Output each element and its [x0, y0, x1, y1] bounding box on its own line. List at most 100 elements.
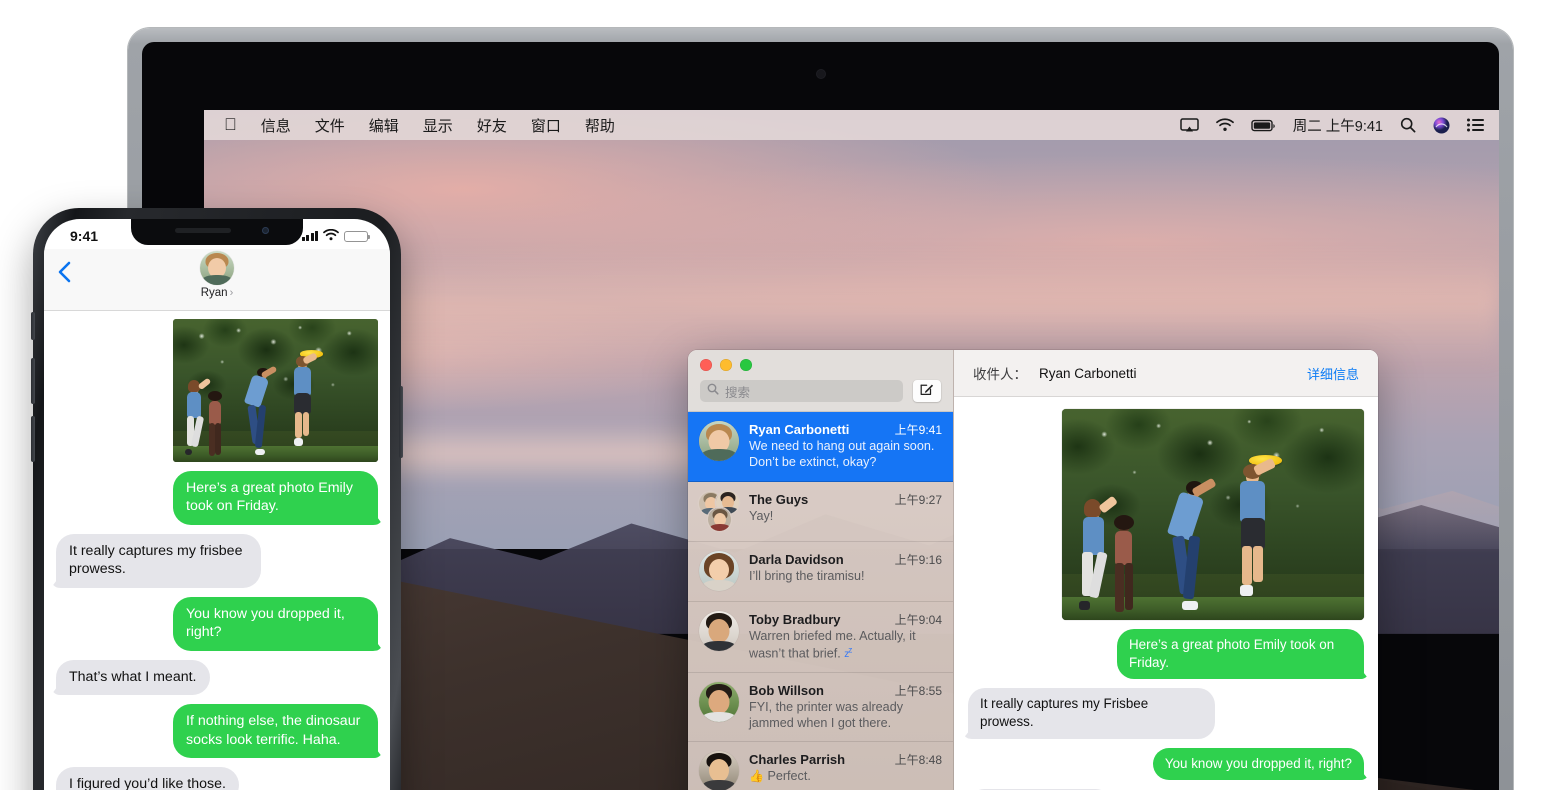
- message-row: Here’s a great photo Emily took on Frida…: [56, 471, 378, 525]
- conversation-header: 收件人： Ryan Carbonetti 详细信息: [954, 350, 1378, 397]
- menu-item-window[interactable]: 窗口: [531, 115, 561, 136]
- contact-name-row: Ryan ›: [201, 287, 234, 299]
- message-bubble-incoming[interactable]: That’s what I meant.: [56, 659, 210, 696]
- conversation-preview: I’ll bring the tiramisu!: [749, 568, 865, 583]
- conversation-name: The Guys: [749, 491, 809, 507]
- message-bubble-incoming[interactable]: It really captures my Frisbee prowess.: [968, 688, 1215, 739]
- iphone-notch: [131, 219, 303, 245]
- conversation-time: 上午9:04: [894, 612, 942, 627]
- window-title-bar[interactable]: 搜索: [688, 350, 953, 412]
- message-row: If nothing else, the dinosaur socks look…: [56, 704, 378, 759]
- message-bubble-outgoing[interactable]: Here’s a great photo Emily took on Frida…: [1117, 629, 1364, 680]
- menu-item-file[interactable]: 文件: [315, 115, 345, 136]
- iphone-volume-down-button[interactable]: [31, 416, 35, 462]
- menu-bar-clock[interactable]: 周二 上午9:41: [1293, 115, 1383, 136]
- apple-logo-icon[interactable]: : [224, 116, 237, 133]
- search-icon: [707, 382, 719, 400]
- list-item[interactable]: Toby Bradbury 上午9:04 Warren briefed me. …: [688, 602, 953, 673]
- minimize-button[interactable]: [720, 359, 732, 371]
- conversation-name: Darla Davidson: [749, 551, 844, 567]
- iphone-message-list: Here’s a great photo Emily took on Frida…: [44, 311, 390, 790]
- avatar: [699, 681, 739, 722]
- compose-message-button[interactable]: [913, 380, 941, 402]
- frisbee-photo[interactable]: [1062, 409, 1364, 620]
- message-bubble-outgoing[interactable]: You know you dropped it, right?: [173, 596, 378, 651]
- message-row: I figured you’d like those.: [56, 767, 378, 790]
- conversation-preview: Yay!: [749, 508, 774, 523]
- wifi-icon[interactable]: [1215, 118, 1234, 132]
- cellular-signal-icon: [301, 231, 318, 241]
- conversation-time: 上午8:48: [894, 753, 942, 768]
- menu-item-buddies[interactable]: 好友: [477, 115, 507, 136]
- message-row: [968, 409, 1364, 620]
- close-button[interactable]: [700, 359, 712, 371]
- iphone-screen: 9:41 Ryan › Here’s a great photo Emily t…: [44, 219, 390, 790]
- list-item[interactable]: The Guys 上午9:27 Yay!: [688, 482, 953, 542]
- avatar[interactable]: [200, 251, 234, 285]
- message-bubble-list: Here’s a great photo Emily took on Frida…: [954, 397, 1378, 790]
- conversation-name: Charles Parrish: [749, 752, 846, 768]
- frisbee-photo[interactable]: [173, 319, 378, 462]
- conversation-list[interactable]: Ryan Carbonetti 上午9:41 We need to hang o…: [688, 412, 953, 790]
- search-input[interactable]: 搜索: [700, 380, 903, 402]
- message-row: That’s what I meant.: [56, 659, 378, 696]
- message-row: It really captures my Frisbee prowess.: [968, 688, 1364, 739]
- conversation-time: 上午9:16: [894, 552, 942, 567]
- conversation-preview: 👍 Perfect.: [749, 769, 811, 784]
- message-row: You know you dropped it, right?: [56, 596, 378, 651]
- message-transcript: 收件人： Ryan Carbonetti 详细信息 Here’s a great…: [954, 350, 1378, 790]
- earpiece-speaker-icon: [175, 228, 231, 233]
- list-item[interactable]: Ryan Carbonetti 上午9:41 We need to hang o…: [688, 412, 953, 482]
- contact-header[interactable]: Ryan ›: [200, 251, 234, 299]
- message-row: It really captures my frisbee prowess.: [56, 533, 378, 588]
- macos-menu-bar[interactable]:  信息 文件 编辑 显示 好友 窗口 帮助: [204, 110, 1499, 140]
- siri-icon[interactable]: [1433, 117, 1450, 134]
- to-label: 收件人：: [973, 367, 1027, 382]
- iphone-volume-up-button[interactable]: [31, 358, 35, 404]
- menu-item-help[interactable]: 帮助: [585, 115, 615, 136]
- conversation-time: 上午9:27: [894, 492, 942, 507]
- conversation-time: 上午8:55: [894, 683, 942, 698]
- status-bar-time: 9:41: [70, 228, 99, 244]
- avatar: [699, 421, 739, 461]
- iphone-power-button[interactable]: [399, 386, 403, 458]
- avatar: [699, 751, 739, 790]
- message-bubble-outgoing[interactable]: You know you dropped it, right?: [1152, 747, 1364, 781]
- menu-item-view[interactable]: 显示: [423, 115, 453, 136]
- message-bubble-outgoing[interactable]: Here’s a great photo Emily took on Frida…: [173, 471, 378, 525]
- details-button[interactable]: 详细信息: [1307, 364, 1359, 383]
- iphone-mute-switch[interactable]: [31, 312, 35, 340]
- conversation-preview: FYI, the printer was already jammed when…: [749, 699, 903, 730]
- notification-center-icon[interactable]: [1467, 118, 1485, 132]
- spotlight-search-icon[interactable]: [1400, 117, 1416, 133]
- message-row: [56, 319, 378, 462]
- conversation-preview: Warren briefed me. Actually, it wasn’t t…: [749, 628, 916, 660]
- compose-icon: [920, 382, 934, 401]
- airplay-icon[interactable]: [1180, 117, 1199, 133]
- search-placeholder: 搜索: [725, 385, 751, 400]
- back-chevron-icon[interactable]: [58, 261, 71, 288]
- conversation-time: 上午9:41: [894, 423, 942, 437]
- zoom-button[interactable]: [740, 359, 752, 371]
- menu-item-messages[interactable]: 信息: [261, 115, 291, 136]
- message-bubble-outgoing[interactable]: If nothing else, the dinosaur socks look…: [173, 704, 378, 759]
- message-bubble-incoming[interactable]: I figured you’d like those.: [56, 767, 239, 790]
- list-item[interactable]: Darla Davidson 上午9:16 I’ll bring the tir…: [688, 542, 953, 602]
- group-avatar: [699, 490, 739, 531]
- menu-item-edit[interactable]: 编辑: [369, 115, 399, 136]
- chevron-right-icon: ›: [229, 287, 234, 299]
- conversation-preview: We need to hang out again soon. Don’t be…: [749, 439, 935, 469]
- list-item[interactable]: Charles Parrish 上午8:48 👍 Perfect.: [688, 742, 953, 790]
- iphone-device: 9:41 Ryan › Here’s a great photo Emily t…: [31, 208, 403, 790]
- screenshot-root:  信息 文件 编辑 显示 好友 窗口 帮助: [0, 0, 1560, 790]
- window-controls[interactable]: [700, 359, 941, 371]
- conversation-name: Bob Willson: [749, 682, 824, 698]
- wifi-icon: [323, 228, 339, 244]
- list-item[interactable]: Bob Willson 上午8:55 FYI, the printer was …: [688, 673, 953, 743]
- iphone-nav-bar: Ryan ›: [44, 249, 390, 311]
- battery-icon[interactable]: [1251, 119, 1276, 132]
- message-row: Here’s a great photo Emily took on Frida…: [968, 629, 1364, 680]
- recipient-name[interactable]: Ryan Carbonetti: [1039, 366, 1137, 381]
- avatar: [699, 610, 739, 651]
- message-bubble-incoming[interactable]: It really captures my frisbee prowess.: [56, 533, 261, 588]
